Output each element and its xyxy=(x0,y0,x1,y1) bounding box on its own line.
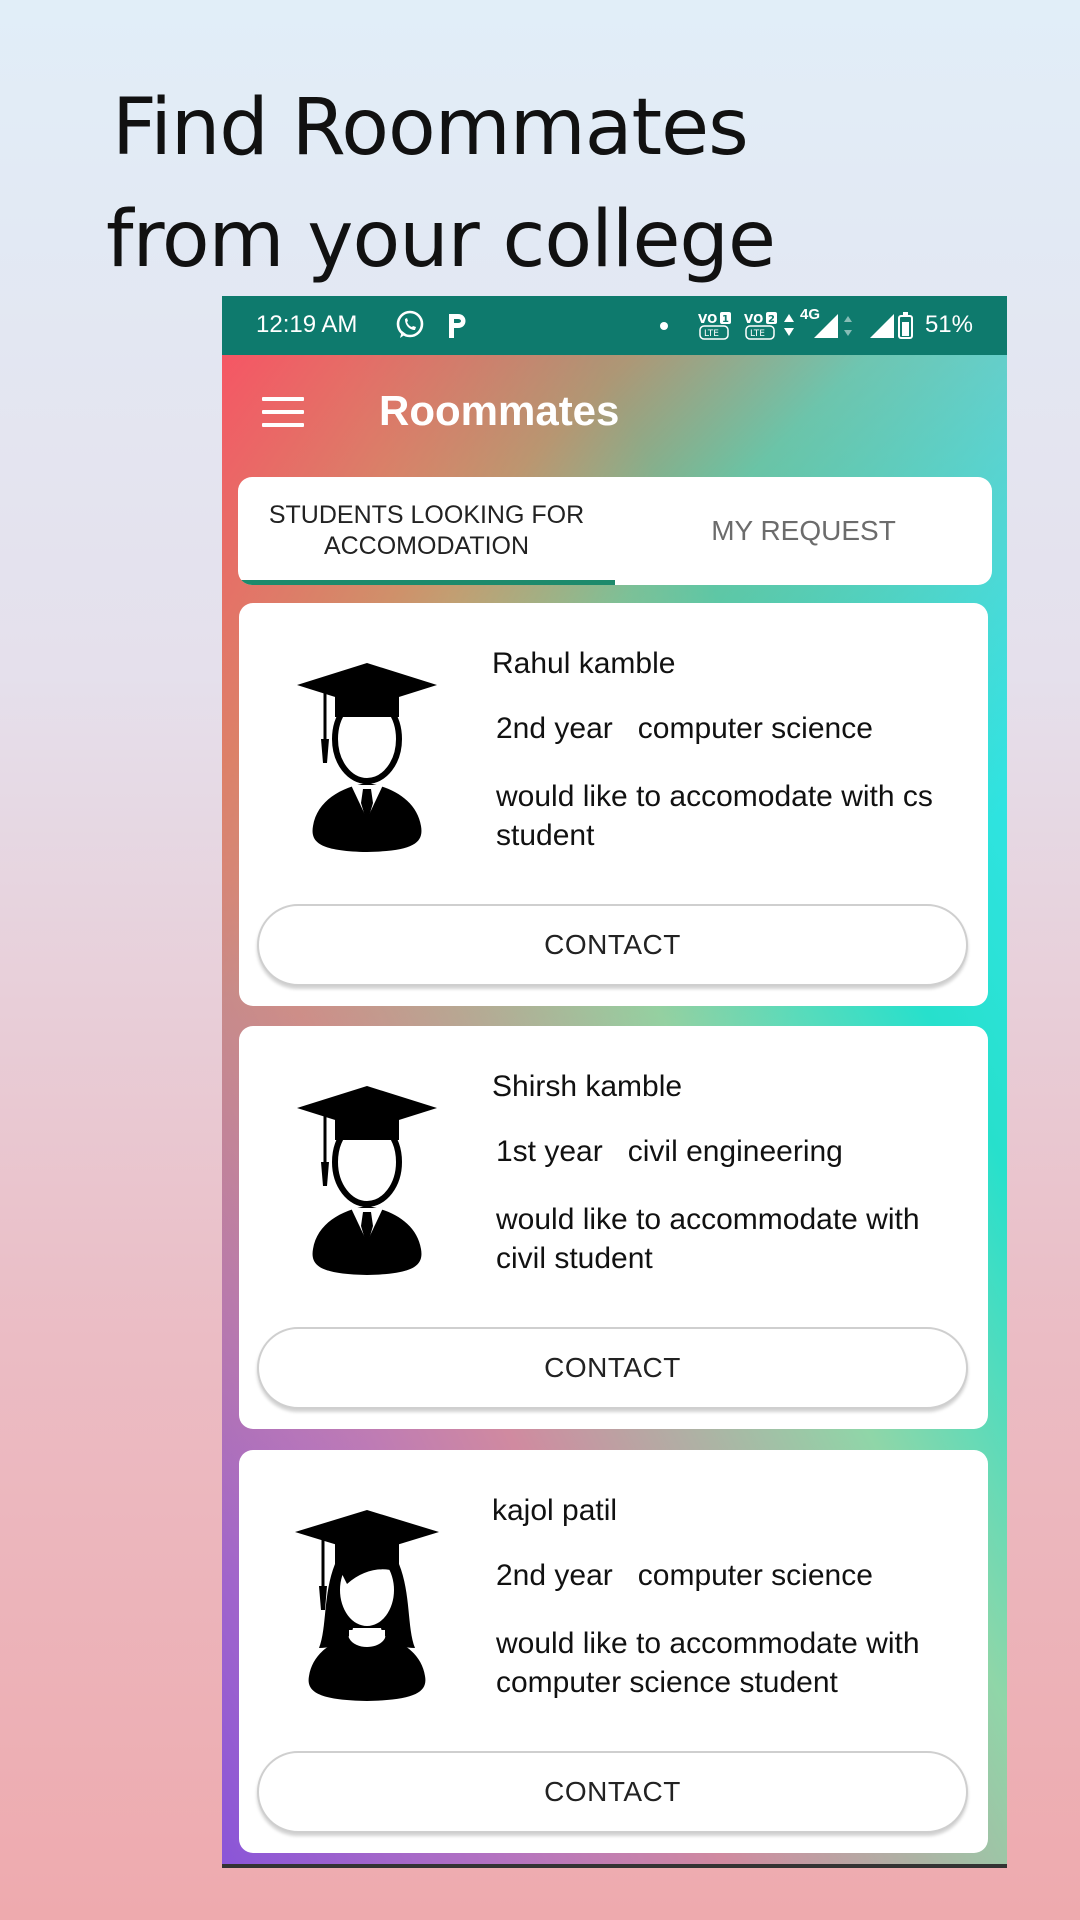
status-bar: 12:19 AM VO 1 LTE VO 2 LTE 4G 51% xyxy=(222,296,1007,355)
hamburger-menu-icon[interactable] xyxy=(262,397,304,431)
volte-sim2-icon: VO 2 LTE xyxy=(744,312,777,340)
headline-line-1: Find Roommates xyxy=(112,83,749,173)
volte-sim1-icon: VO 1 LTE xyxy=(698,312,731,340)
student-department: civil engineering xyxy=(627,1135,843,1168)
student-name: Shirsh kamble xyxy=(492,1070,683,1103)
notification-dot-icon xyxy=(660,322,668,330)
student-year-dept: 2nd year computer science xyxy=(496,712,873,746)
svg-text:2: 2 xyxy=(768,314,775,325)
student-year: 2nd year xyxy=(496,712,613,745)
promo-headline: Find Roommates from your college xyxy=(106,72,1012,296)
student-card: Rahul kamble 2nd year computer science w… xyxy=(239,603,988,1006)
tab-bar: STUDENTS LOOKING FOR ACCOMODATION MY REQ… xyxy=(238,477,992,585)
tab-my-request-label: MY REQUEST xyxy=(711,515,896,546)
student-preference: would like to accommodate with civil stu… xyxy=(496,1203,920,1275)
student-preference: would like to accomodate with cs student xyxy=(496,780,933,852)
svg-text:LTE: LTE xyxy=(704,329,719,339)
headline-line-2: from your college xyxy=(106,195,776,285)
svg-text:VO: VO xyxy=(698,312,717,326)
student-card: Shirsh kamble 1st year civil engineering… xyxy=(239,1026,988,1429)
tab-indicator xyxy=(238,580,615,585)
svg-text:LTE: LTE xyxy=(750,329,765,339)
signal-sim1-icon xyxy=(814,314,852,338)
contact-button[interactable]: CONTACT xyxy=(257,904,968,986)
student-year-dept: 2nd year computer science xyxy=(496,1559,873,1593)
student-year: 2nd year xyxy=(496,1559,613,1592)
tab-students-looking-label: STUDENTS LOOKING FOR ACCOMODATION xyxy=(268,501,585,560)
app-title: Roommates xyxy=(379,387,620,434)
phone-screen: 12:19 AM VO 1 LTE VO 2 LTE 4G 51% Roomma… xyxy=(222,296,1007,1868)
battery-level: 51% xyxy=(924,311,973,338)
student-card: kajol patil 2nd year computer science wo… xyxy=(239,1450,988,1853)
tab-my-request[interactable]: MY REQUEST xyxy=(615,477,992,585)
student-department: computer science xyxy=(637,1559,873,1592)
student-department: computer science xyxy=(637,712,873,745)
whatsapp-icon xyxy=(396,310,424,338)
contact-button[interactable]: CONTACT xyxy=(257,1751,968,1833)
status-time: 12:19 AM xyxy=(256,311,358,338)
student-name: Rahul kamble xyxy=(492,647,676,680)
male-graduate-icon xyxy=(283,651,451,861)
student-preference: would like to accommodate with computer … xyxy=(496,1627,920,1699)
data-arrows-icon xyxy=(784,314,794,336)
paytm-icon xyxy=(449,314,466,338)
student-name: kajol patil xyxy=(492,1494,618,1527)
svg-text:VO: VO xyxy=(744,312,763,326)
male-graduate-icon xyxy=(283,1074,451,1284)
svg-text:1: 1 xyxy=(722,314,729,325)
student-year-dept: 1st year civil engineering xyxy=(496,1135,843,1169)
female-graduate-icon xyxy=(283,1498,451,1708)
app-toolbar: Roommates xyxy=(222,355,1007,473)
contact-button[interactable]: CONTACT xyxy=(257,1327,968,1409)
signal-sim2-icon xyxy=(870,312,913,339)
tab-students-looking[interactable]: STUDENTS LOOKING FOR ACCOMODATION xyxy=(238,477,615,585)
student-year: 1st year xyxy=(496,1135,603,1168)
